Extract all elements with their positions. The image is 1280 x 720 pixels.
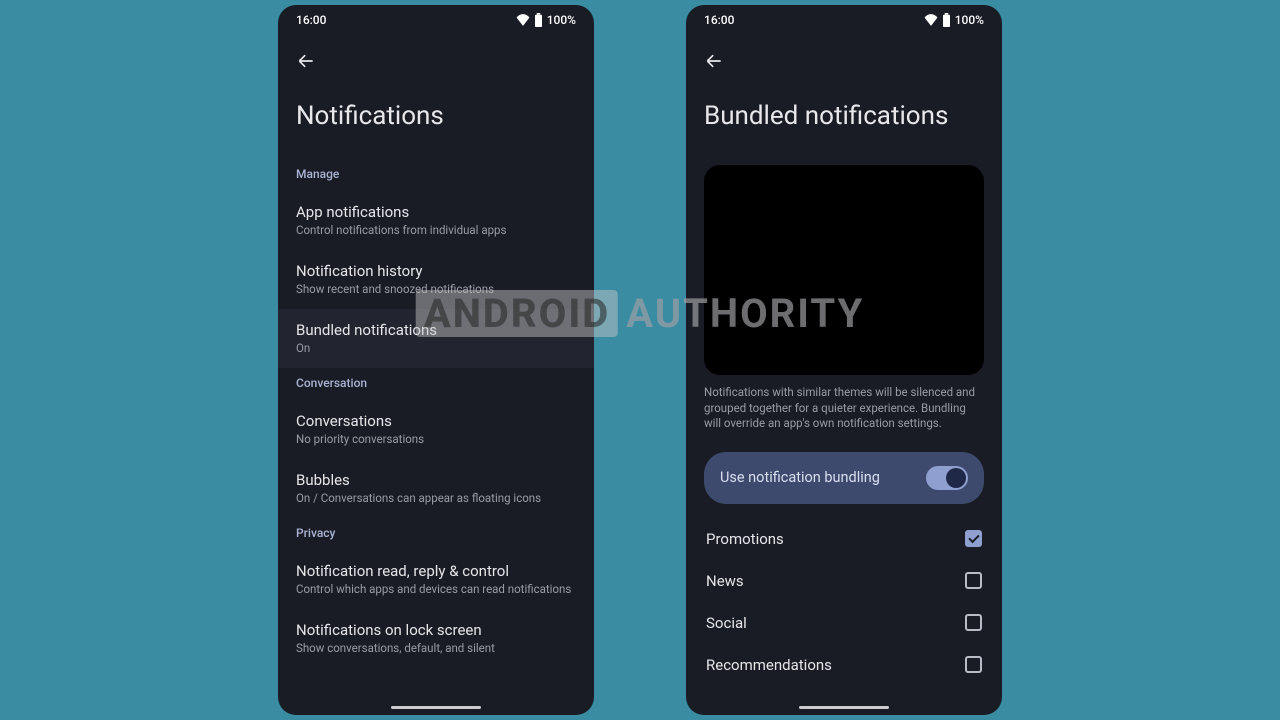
category-checkbox[interactable] xyxy=(965,572,982,589)
page-title: Bundled notifications xyxy=(686,83,1002,159)
section-header: Conversation xyxy=(278,368,594,400)
item-title: Notification read, reply & control xyxy=(296,562,576,580)
item-title: Conversations xyxy=(296,412,576,430)
wifi-icon xyxy=(924,14,938,26)
item-subtitle: On xyxy=(296,341,576,356)
item-subtitle: On / Conversations can appear as floatin… xyxy=(296,491,576,506)
settings-item[interactable]: App notifications Control notifications f… xyxy=(278,191,594,250)
item-subtitle: Show conversations, default, and silent xyxy=(296,641,576,656)
page-title: Notifications xyxy=(278,83,594,159)
item-title: Bundled notifications xyxy=(296,321,576,339)
category-checkbox[interactable] xyxy=(965,656,982,673)
category-row[interactable]: Social xyxy=(686,602,1002,644)
settings-item[interactable]: Conversations No priority conversations xyxy=(278,400,594,459)
settings-item[interactable]: Bundled notifications On xyxy=(278,309,594,368)
item-subtitle: Control which apps and devices can read … xyxy=(296,582,576,597)
nav-indicator[interactable] xyxy=(391,706,481,709)
item-title: App notifications xyxy=(296,203,576,221)
status-time: 16:00 xyxy=(296,13,326,27)
item-title: Notifications on lock screen xyxy=(296,621,576,639)
category-row[interactable]: Recommendations xyxy=(686,644,1002,686)
category-label: News xyxy=(706,572,744,590)
section-header: Manage xyxy=(278,159,594,191)
status-right: 100% xyxy=(924,13,984,27)
status-right: 100% xyxy=(516,13,576,27)
nav-indicator[interactable] xyxy=(799,706,889,709)
settings-item[interactable]: Notifications on lock screen Show convers… xyxy=(278,609,594,668)
category-checkbox[interactable] xyxy=(965,530,982,547)
switch-thumb xyxy=(946,468,966,488)
battery-icon xyxy=(534,13,543,27)
category-checkbox[interactable] xyxy=(965,614,982,631)
category-row[interactable]: Promotions xyxy=(686,518,1002,560)
item-subtitle: Control notifications from individual ap… xyxy=(296,223,576,238)
category-label: Recommendations xyxy=(706,656,832,674)
use-bundling-toggle-row[interactable]: Use notification bundling xyxy=(704,452,984,504)
left-sections: Manage App notifications Control notificat… xyxy=(278,159,594,668)
category-list: Promotions News Social Recommendations xyxy=(686,518,1002,686)
section-header: Privacy xyxy=(278,518,594,550)
battery-icon xyxy=(942,13,951,27)
preview-illustration xyxy=(704,165,984,375)
category-label: Promotions xyxy=(706,530,784,548)
phone-right: 16:00 100% Bundled notifications Notific… xyxy=(686,5,1002,715)
status-time: 16:00 xyxy=(704,13,734,27)
wifi-icon xyxy=(516,14,530,26)
bundling-description: Notifications with similar themes will b… xyxy=(686,385,1002,446)
settings-item[interactable]: Notification history Show recent and snoo… xyxy=(278,250,594,309)
item-title: Bubbles xyxy=(296,471,576,489)
status-bar: 16:00 100% xyxy=(686,5,1002,35)
phone-left: 16:00 100% Notifications ManageApp notif… xyxy=(278,5,594,715)
item-subtitle: Show recent and snoozed notifications xyxy=(296,282,576,297)
item-subtitle: No priority conversations xyxy=(296,432,576,447)
status-bar: 16:00 100% xyxy=(278,5,594,35)
status-battery: 100% xyxy=(547,13,576,27)
category-label: Social xyxy=(706,614,747,632)
category-row[interactable]: News xyxy=(686,560,1002,602)
settings-item[interactable]: Bubbles On / Conversations can appear as … xyxy=(278,459,594,518)
back-button[interactable] xyxy=(278,35,594,83)
settings-item[interactable]: Notification read, reply & control Contro… xyxy=(278,550,594,609)
status-battery: 100% xyxy=(955,13,984,27)
toggle-label: Use notification bundling xyxy=(720,469,880,486)
item-title: Notification history xyxy=(296,262,576,280)
back-button[interactable] xyxy=(686,35,1002,83)
bundling-switch[interactable] xyxy=(926,466,968,490)
